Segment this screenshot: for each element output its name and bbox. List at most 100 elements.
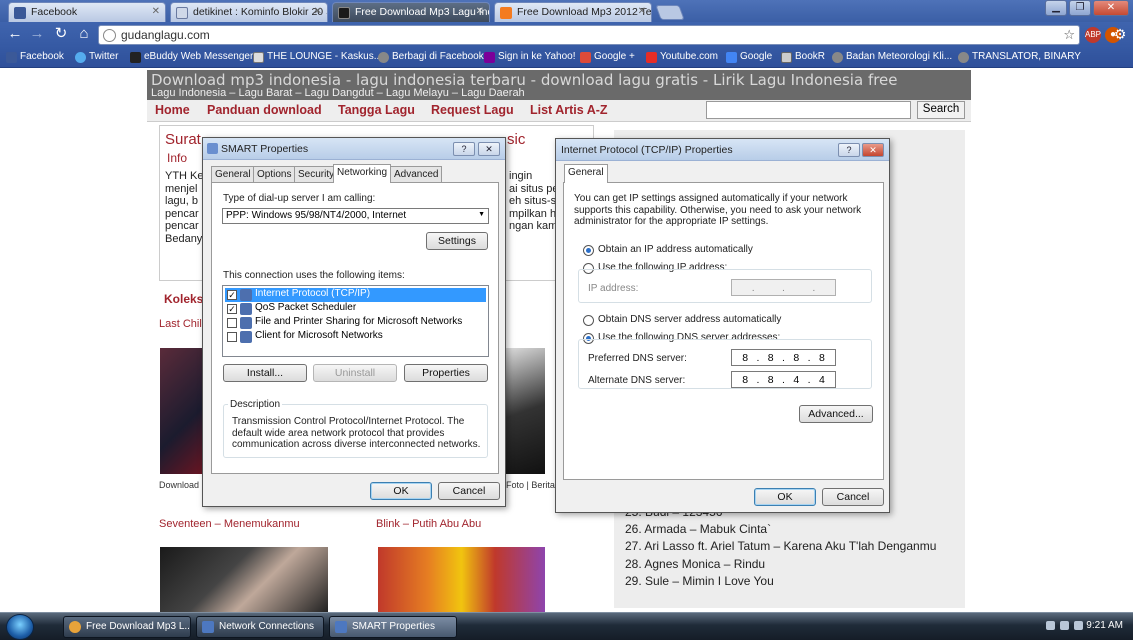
obtain-ip-radio[interactable] bbox=[583, 245, 594, 256]
song-link[interactable]: Blink – Putih Abu Abu bbox=[376, 518, 481, 530]
site-subtitle[interactable]: Lagu Indonesia – Lagu Barat – Lagu Dangd… bbox=[151, 87, 525, 99]
tab-options[interactable]: Options bbox=[253, 166, 296, 183]
list-item[interactable]: 27. Ari Lasso ft. Ariel Tatum – Karena A… bbox=[625, 538, 936, 555]
cancel-button[interactable]: Cancel bbox=[438, 482, 500, 500]
uninstall-button[interactable]: Uninstall bbox=[313, 364, 397, 382]
tab-facebook[interactable]: Facebook ✕ bbox=[8, 2, 166, 22]
obtain-dns-radio[interactable] bbox=[583, 315, 594, 326]
page-icon bbox=[176, 7, 188, 19]
tab-gudanglagu[interactable]: Free Download Mp3 Lagu Indo ✕ bbox=[332, 2, 490, 22]
video-thumbnail[interactable] bbox=[505, 348, 545, 474]
nav-home[interactable]: Home bbox=[155, 103, 190, 117]
bookmark-ebuddy[interactable]: eBuddy Web Messenger bbox=[130, 51, 253, 63]
dialog-titlebar[interactable]: Internet Protocol (TCP/IP) Properties ? … bbox=[556, 139, 889, 161]
tab-free-download[interactable]: Free Download Mp3 2012 Terl ✕ bbox=[494, 2, 652, 22]
alternate-dns-field[interactable]: 8 . 8 . 4 . 4 bbox=[731, 371, 836, 388]
cancel-button[interactable]: Cancel bbox=[822, 488, 884, 506]
article-info[interactable]: Info bbox=[167, 151, 187, 165]
close-icon[interactable]: ✕ bbox=[476, 6, 484, 17]
new-tab-button[interactable] bbox=[655, 5, 685, 20]
tab-security[interactable]: Security bbox=[294, 166, 339, 183]
close-icon[interactable]: ✕ bbox=[314, 6, 322, 17]
bookmark-twitter[interactable]: Twitter bbox=[75, 51, 118, 63]
home-icon[interactable]: ⌂ bbox=[75, 26, 93, 42]
site-search-button[interactable]: Search bbox=[917, 101, 965, 119]
bookmark-kaskus[interactable]: THE LOUNGE - Kaskus... bbox=[253, 51, 382, 63]
adblock-icon[interactable]: ABP bbox=[1085, 27, 1101, 43]
nav-panduan[interactable]: Panduan download bbox=[207, 103, 322, 117]
bookmark-youtube[interactable]: Youtube.com bbox=[646, 51, 718, 63]
ok-button[interactable]: OK bbox=[754, 488, 816, 506]
ok-button[interactable]: OK bbox=[370, 482, 432, 500]
address-bar[interactable]: gudanglagu.com ☆ bbox=[98, 25, 1080, 45]
start-button[interactable] bbox=[6, 614, 34, 640]
taskbar-item-smart[interactable]: SMART Properties bbox=[329, 616, 457, 638]
close-icon[interactable]: ✕ bbox=[152, 6, 160, 17]
nav-tangga-lagu[interactable]: Tangga Lagu bbox=[338, 103, 415, 117]
settings-button[interactable]: Settings bbox=[426, 232, 488, 250]
preferred-dns-field[interactable]: 8 . 8 . 8 . 8 bbox=[731, 349, 836, 366]
tab-general[interactable]: General bbox=[564, 164, 608, 183]
checkbox[interactable]: ✓ bbox=[227, 290, 237, 300]
list-item[interactable]: ✓ Internet Protocol (TCP/IP) bbox=[225, 288, 486, 302]
star-icon[interactable]: ☆ bbox=[1063, 27, 1075, 43]
ip-address-field[interactable]: . . . bbox=[731, 279, 836, 296]
list-item[interactable]: 29. Sule – Mimin I Love You bbox=[625, 573, 936, 590]
list-item[interactable]: Client for Microsoft Networks bbox=[225, 330, 486, 344]
minimize-button[interactable]: ▁ bbox=[1045, 0, 1067, 16]
checkbox[interactable] bbox=[227, 332, 237, 342]
nav-list-artis[interactable]: List Artis A-Z bbox=[530, 103, 608, 117]
checkbox[interactable]: ✓ bbox=[227, 304, 237, 314]
bookmark-bmkg[interactable]: Badan Meteorologi Kli... bbox=[832, 51, 952, 63]
nav-request-lagu[interactable]: Request Lagu bbox=[431, 103, 514, 117]
components-list[interactable]: ✓ Internet Protocol (TCP/IP) ✓ QoS Packe… bbox=[222, 285, 489, 357]
volume-icon[interactable] bbox=[1074, 621, 1083, 630]
wrench-icon[interactable]: ⚙ bbox=[1111, 26, 1129, 42]
video-thumbnail[interactable] bbox=[160, 547, 328, 612]
reload-icon[interactable]: ↻ bbox=[52, 26, 70, 42]
close-window-button[interactable]: ✕ bbox=[1093, 0, 1129, 16]
install-button[interactable]: Install... bbox=[223, 364, 307, 382]
advanced-button[interactable]: Advanced... bbox=[799, 405, 873, 423]
song-link[interactable]: Last Chil bbox=[159, 318, 202, 330]
forward-arrow-icon[interactable]: → bbox=[28, 26, 46, 42]
close-button[interactable]: ✕ bbox=[478, 142, 500, 156]
list-item[interactable]: 26. Armada – Mabuk Cinta` bbox=[625, 521, 936, 538]
list-item[interactable]: ✓ QoS Packet Scheduler bbox=[225, 302, 486, 316]
tab-advanced[interactable]: Advanced bbox=[390, 166, 443, 183]
help-button[interactable]: ? bbox=[453, 142, 475, 156]
tab-general[interactable]: General bbox=[211, 166, 255, 183]
text-line: menjel bbox=[165, 182, 198, 195]
list-item[interactable]: File and Printer Sharing for Microsoft N… bbox=[225, 316, 486, 330]
checkbox[interactable] bbox=[227, 318, 237, 328]
bookmark-google-plus[interactable]: Google + bbox=[580, 51, 635, 63]
item-label: Internet Protocol (TCP/IP) bbox=[255, 288, 371, 299]
dialog-titlebar[interactable]: SMART Properties ? ✕ bbox=[203, 138, 505, 160]
tray-icon[interactable] bbox=[1046, 621, 1055, 630]
bookmark-berbagi[interactable]: Berbagi di Facebook bbox=[378, 51, 484, 63]
tab-networking[interactable]: Networking bbox=[333, 164, 392, 183]
bookmark-google[interactable]: Google bbox=[726, 51, 772, 63]
video-thumbnail[interactable] bbox=[378, 547, 545, 612]
site-search-input[interactable] bbox=[706, 101, 911, 119]
back-arrow-icon[interactable]: ← bbox=[6, 26, 24, 42]
help-button[interactable]: ? bbox=[838, 143, 860, 157]
close-button[interactable]: ✕ bbox=[862, 143, 884, 157]
close-icon[interactable]: ✕ bbox=[638, 6, 646, 17]
bookmark-facebook[interactable]: Facebook bbox=[6, 51, 64, 63]
list-item[interactable]: 28. Agnes Monica – Rindu bbox=[625, 556, 936, 573]
bookmark-yahoo[interactable]: Sign in ke Yahoo! bbox=[484, 51, 575, 63]
tab-detikinet[interactable]: detikinet : Kominfo Blokir 20 S ✕ bbox=[170, 2, 328, 22]
maximize-button[interactable]: ❐ bbox=[1069, 0, 1091, 16]
properties-button[interactable]: Properties bbox=[404, 364, 488, 382]
taskbar-item-browser[interactable]: Free Download Mp3 L... bbox=[63, 616, 191, 638]
taskbar-item-network[interactable]: Network Connections bbox=[196, 616, 324, 638]
network-tray-icon[interactable] bbox=[1060, 621, 1069, 630]
video-thumbnail[interactable] bbox=[160, 348, 204, 474]
dialup-label: Type of dial-up server I am calling: bbox=[223, 193, 376, 204]
bookmark-translator[interactable]: TRANSLATOR, BINARY bbox=[958, 51, 1081, 63]
clock[interactable]: 9:21 AM bbox=[1086, 620, 1123, 631]
song-link[interactable]: Seventeen – Menemukanmu bbox=[159, 518, 300, 530]
bookmark-bookr[interactable]: BookR bbox=[781, 51, 825, 63]
dialup-server-select[interactable]: PPP: Windows 95/98/NT4/2000, Internet ▼ bbox=[222, 208, 489, 224]
